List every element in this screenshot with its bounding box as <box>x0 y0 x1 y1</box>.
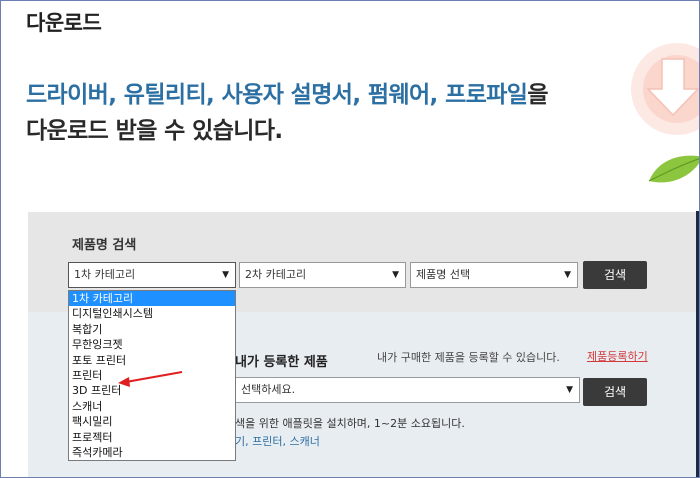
dropdown-option[interactable]: 스캐너 <box>69 399 235 414</box>
page-title: 다운로드 <box>26 11 102 35</box>
annotation-arrow-icon <box>118 371 183 387</box>
register-description: 내가 구매한 제품을 등록할 수 있습니다. <box>377 351 560 364</box>
dropdown-option[interactable]: 포토 프린터 <box>69 353 235 368</box>
dropdown-arrow-icon: ▼ <box>566 385 573 395</box>
browser-viewport: 다운로드 드라이버, 유틸리티, 사용자 설명서, 펌웨어, 프로파일을 다운로… <box>0 0 700 478</box>
category1-value: 1차 카테고리 <box>74 268 136 281</box>
window-edge <box>696 211 699 477</box>
category2-value: 2차 카테고리 <box>245 268 307 281</box>
dropdown-option[interactable]: 프로젝터 <box>69 430 235 445</box>
hero-headline-line2: 다운로드 받을 수 있습니다. <box>26 118 283 144</box>
search-button[interactable]: 검색 <box>583 261 647 289</box>
download-arrow-icon <box>631 43 699 135</box>
dropdown-option[interactable]: 1차 카테고리 <box>69 291 235 307</box>
hero-highlight: 드라이버, 유틸리티, 사용자 설명서, 펌웨어, 프로파일 <box>26 82 528 108</box>
product-search-label: 제품명 검색 <box>72 238 137 253</box>
product-select[interactable]: 제품명 선택 ▼ <box>410 262 578 288</box>
category1-select[interactable]: 1차 카테고리 ▼ <box>68 262 236 288</box>
dropdown-option[interactable]: 무한잉크젯 <box>69 337 235 352</box>
product-value: 제품명 선택 <box>416 268 471 281</box>
dropdown-option[interactable]: 팩시밀리 <box>69 414 235 429</box>
dropdown-arrow-icon: ▼ <box>564 270 571 280</box>
dropdown-option[interactable]: 복합기 <box>69 322 235 337</box>
registered-select-value: 선택하세요. <box>241 383 296 396</box>
dropdown-arrow-icon: ▼ <box>222 270 229 280</box>
category2-select[interactable]: 2차 카테고리 ▼ <box>239 262 406 288</box>
dropdown-option[interactable]: 즉석카메라 <box>69 445 235 460</box>
applet-install-notice: 색을 위한 애플릿을 설치하며, 1~2분 소요됩니다. <box>235 417 465 430</box>
dropdown-arrow-icon: ▼ <box>392 270 399 280</box>
category-links[interactable]: 기, 프린터, 스캐너 <box>235 433 320 449</box>
hero-tail: 을 <box>527 82 548 108</box>
registered-products-title: 내가 등록한 제품 <box>235 355 328 370</box>
register-product-link[interactable]: 제품등록하기 <box>587 348 648 364</box>
leaf-decoration-icon <box>648 155 699 183</box>
registered-search-button[interactable]: 검색 <box>583 378 647 406</box>
hero-headline-line1: 드라이버, 유틸리티, 사용자 설명서, 펌웨어, 프로파일을 <box>26 75 549 109</box>
dropdown-option[interactable]: 디지털인쇄시스템 <box>69 306 235 321</box>
registered-product-select[interactable]: 선택하세요. ▼ <box>235 377 580 403</box>
